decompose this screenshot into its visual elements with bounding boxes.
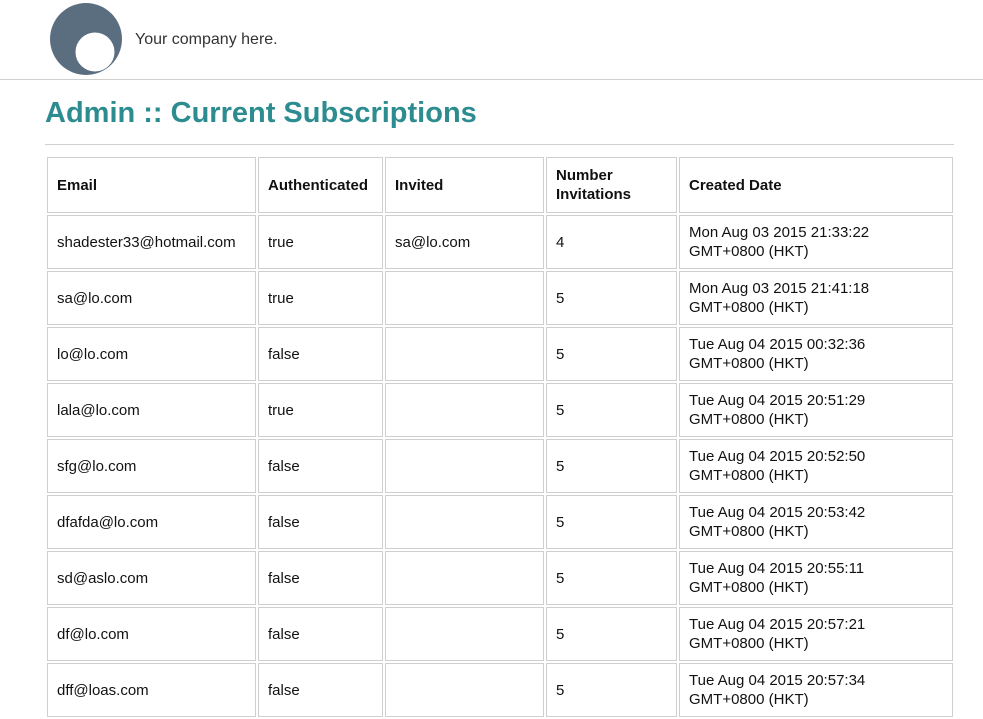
table-row: sd@aslo.com false 5 Tue Aug 04 2015 20:55:1… xyxy=(47,551,953,605)
cell-created-date: Mon Aug 03 2015 21:41:18 GMT+0800 (HKT) xyxy=(679,271,953,325)
cell-authenticated: true xyxy=(258,383,383,437)
cell-created-date: Tue Aug 04 2015 20:55:11 GMT+0800 (HKT) xyxy=(679,551,953,605)
cell-created-date: Tue Aug 04 2015 00:32:36 GMT+0800 (HKT) xyxy=(679,327,953,381)
cell-invited xyxy=(385,495,544,549)
cell-created-date: Tue Aug 04 2015 20:51:29 GMT+0800 (HKT) xyxy=(679,383,953,437)
cell-email: sfg@lo.com xyxy=(47,439,256,493)
cell-authenticated: false xyxy=(258,551,383,605)
cell-authenticated: false xyxy=(258,607,383,661)
page-title: Admin :: Current Subscriptions xyxy=(45,97,477,129)
table-row: df@lo.com false 5 Tue Aug 04 2015 20:57:21 … xyxy=(47,607,953,661)
cell-email: shadester33@hotmail.com xyxy=(47,215,256,269)
table-row: lo@lo.com false 5 Tue Aug 04 2015 00:32:36 … xyxy=(47,327,953,381)
cell-created-date: Mon Aug 03 2015 21:33:22 GMT+0800 (HKT) xyxy=(679,215,953,269)
cell-created-date: Tue Aug 04 2015 20:57:21 GMT+0800 (HKT) xyxy=(679,607,953,661)
cell-invited xyxy=(385,551,544,605)
cell-email: dff@loas.com xyxy=(47,663,256,717)
table-row: shadester33@hotmail.com true sa@lo.com 4 Mon… xyxy=(47,215,953,269)
cell-number-invitations: 4 xyxy=(546,215,677,269)
cell-invited xyxy=(385,383,544,437)
cell-number-invitations: 5 xyxy=(546,495,677,549)
company-logo-icon xyxy=(50,3,122,75)
column-header-invited: Invited xyxy=(385,157,544,213)
cell-invited xyxy=(385,607,544,661)
column-header-email: Email xyxy=(47,157,256,213)
cell-authenticated: false xyxy=(258,495,383,549)
table-row: sfg@lo.com false 5 Tue Aug 04 2015 20:52:50… xyxy=(47,439,953,493)
cell-email: lo@lo.com xyxy=(47,327,256,381)
cell-invited xyxy=(385,439,544,493)
table-row: dfafda@lo.com false 5 Tue Aug 04 2015 20:53… xyxy=(47,495,953,549)
cell-created-date: Tue Aug 04 2015 20:53:42 GMT+0800 (HKT) xyxy=(679,495,953,549)
cell-invited xyxy=(385,327,544,381)
cell-number-invitations: 5 xyxy=(546,663,677,717)
cell-authenticated: false xyxy=(258,327,383,381)
cell-number-invitations: 5 xyxy=(546,439,677,493)
cell-number-invitations: 5 xyxy=(546,383,677,437)
cell-created-date: Tue Aug 04 2015 20:52:50 GMT+0800 (HKT) xyxy=(679,439,953,493)
column-header-number-invitations: Number Invitations xyxy=(546,157,677,213)
page-header: Your company here. xyxy=(0,0,983,80)
column-header-authenticated: Authenticated xyxy=(258,157,383,213)
cell-authenticated: true xyxy=(258,215,383,269)
cell-created-date: Tue Aug 04 2015 20:57:34 GMT+0800 (HKT) xyxy=(679,663,953,717)
cell-invited xyxy=(385,663,544,717)
cell-number-invitations: 5 xyxy=(546,327,677,381)
cell-invited xyxy=(385,271,544,325)
cell-invited: sa@lo.com xyxy=(385,215,544,269)
cell-authenticated: true xyxy=(258,271,383,325)
table-row: lala@lo.com true 5 Tue Aug 04 2015 20:51:29… xyxy=(47,383,953,437)
cell-email: sa@lo.com xyxy=(47,271,256,325)
company-name: Your company here. xyxy=(135,31,278,48)
table-header-row: Email Authenticated Invited Number Invit… xyxy=(47,157,953,213)
title-divider xyxy=(45,144,954,145)
cell-number-invitations: 5 xyxy=(546,271,677,325)
cell-email: dfafda@lo.com xyxy=(47,495,256,549)
cell-number-invitations: 5 xyxy=(546,607,677,661)
cell-email: lala@lo.com xyxy=(47,383,256,437)
table-body: shadester33@hotmail.com true sa@lo.com 4 Mon… xyxy=(47,215,953,717)
cell-authenticated: false xyxy=(258,439,383,493)
cell-email: sd@aslo.com xyxy=(47,551,256,605)
cell-email: df@lo.com xyxy=(47,607,256,661)
table-row: sa@lo.com true 5 Mon Aug 03 2015 21:41:18 G… xyxy=(47,271,953,325)
table-row: dff@loas.com false 5 Tue Aug 04 2015 20:57:… xyxy=(47,663,953,717)
cell-authenticated: false xyxy=(258,663,383,717)
cell-number-invitations: 5 xyxy=(546,551,677,605)
column-header-created-date: Created Date xyxy=(679,157,953,213)
subscriptions-table: Email Authenticated Invited Number Invit… xyxy=(45,155,955,719)
